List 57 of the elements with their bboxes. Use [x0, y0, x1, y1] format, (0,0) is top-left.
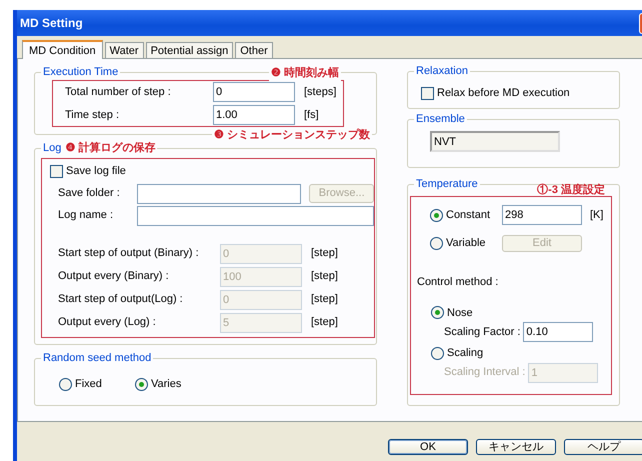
unit-label: [step]: [311, 246, 338, 262]
radio-label: Fixed: [75, 377, 102, 392]
unit-label: [step]: [311, 292, 338, 308]
radio-button[interactable]: [59, 378, 72, 391]
dialog-button[interactable]: OK: [388, 439, 468, 455]
group-title: Log: [43, 141, 62, 155]
field-label: Scaling Interval :: [444, 365, 526, 380]
radio-label: Constant: [446, 208, 490, 223]
field-label: Time step :: [65, 108, 120, 122]
checkbox[interactable]: [421, 86, 434, 100]
group-title: Ensemble: [416, 112, 465, 126]
checkbox-label: Save log file: [66, 164, 126, 179]
dialog-button[interactable]: ヘルプ: [564, 439, 642, 455]
radio-button[interactable]: [430, 208, 443, 222]
unit-label: [step]: [311, 269, 338, 284]
radio-label: Nose: [447, 306, 473, 320]
checkbox-label: Relax before MD execution: [437, 86, 570, 101]
group-title: Execution Time: [43, 65, 118, 79]
radio-button[interactable]: [431, 306, 444, 320]
radio-label: Varies: [151, 377, 182, 392]
input-field[interactable]: 298: [502, 205, 582, 225]
group-title: Relaxation: [416, 64, 468, 78]
input-field[interactable]: [137, 184, 302, 204]
input-field[interactable]: 0.10: [523, 322, 594, 342]
section-label: Control method :: [417, 275, 498, 290]
field-label: Total number of step :: [65, 85, 172, 100]
dialog-button[interactable]: キャンセル: [476, 439, 556, 455]
tab[interactable]: Other: [235, 42, 273, 58]
unit-label: [K]: [590, 208, 604, 223]
input-field[interactable]: 1.00: [213, 104, 295, 125]
unit-label: [fs]: [304, 108, 319, 122]
field-label: Output every (Binary) :: [58, 269, 170, 284]
unit-label: [steps]: [304, 85, 336, 100]
unit-label: [step]: [311, 315, 338, 330]
field-label: Start step of output (Binary) :: [58, 246, 200, 262]
field-label: Log name :: [58, 208, 114, 224]
annotation: ❸ シミュレーションステップ数: [212, 126, 372, 143]
annotation: ①-3 温度設定: [537, 182, 605, 198]
radio-label: Variable: [446, 236, 486, 252]
checkbox[interactable]: [50, 164, 63, 178]
radio-button[interactable]: [135, 378, 148, 391]
group-title: Temperature: [416, 177, 478, 191]
annotation: ❹ 計算ログの保存: [65, 141, 156, 155]
ensemble-field[interactable]: NVT: [430, 131, 560, 152]
tab[interactable]: Water: [104, 42, 144, 58]
window-title: MD Setting: [20, 15, 83, 32]
group-title: Random seed method: [43, 351, 152, 365]
tab[interactable]: MD Condition: [22, 40, 103, 59]
field-label: Scaling Factor :: [444, 324, 520, 340]
field-label: Save folder :: [58, 186, 121, 202]
tab[interactable]: Potential assign: [146, 42, 234, 58]
radio-label: Scaling: [447, 346, 484, 361]
input-field[interactable]: 0: [213, 82, 295, 102]
input-field[interactable]: [137, 206, 374, 226]
annotation: ❷ 時間刻み幅: [268, 65, 341, 82]
field-label: Start step of output(Log) :: [58, 292, 184, 308]
field-label: Output every (Log) :: [58, 315, 157, 330]
